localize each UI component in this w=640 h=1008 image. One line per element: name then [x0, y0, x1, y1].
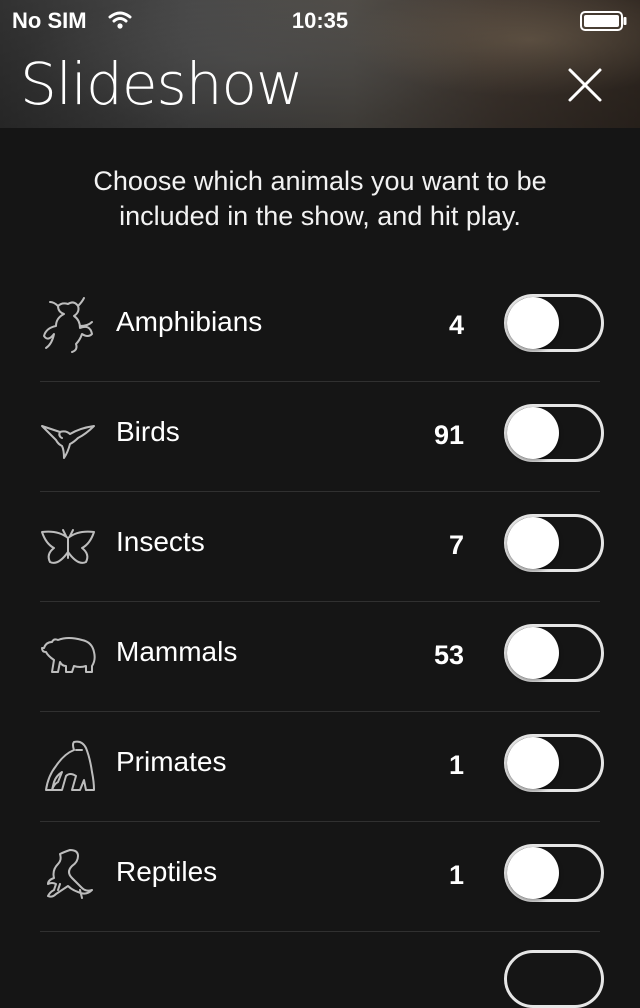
category-label: Reptiles	[116, 856, 218, 887]
clock: 10:35	[291, 8, 349, 33]
category-count: 53	[433, 640, 464, 670]
status-bar: No SIM 10:35	[0, 0, 640, 40]
category-list: Amphibians 4 Birds 91 Insects 7 Mammals …	[40, 272, 604, 932]
frog-icon	[43, 297, 93, 353]
gorilla-icon	[45, 740, 95, 791]
toggle-knob	[507, 737, 559, 789]
instructions-text: Choose which animals you want to be incl…	[93, 166, 547, 231]
category-count: 1	[448, 860, 464, 890]
category-row-reptiles: Reptiles 1	[40, 822, 604, 932]
category-label: Mammals	[116, 636, 238, 667]
next-row-toggle[interactable]	[504, 950, 604, 1008]
category-label: Insects	[116, 526, 205, 557]
lizard-icon	[47, 849, 93, 899]
category-count: 4	[448, 310, 464, 340]
reptiles-toggle[interactable]	[504, 844, 604, 902]
category-count: 7	[448, 530, 464, 560]
battery-icon	[580, 11, 627, 31]
category-row-birds: Birds 91	[40, 382, 604, 492]
hummingbird-icon	[41, 425, 95, 459]
butterfly-icon	[41, 529, 95, 564]
toggle-knob	[507, 627, 559, 679]
category-row-mammals: Mammals 53	[40, 602, 604, 712]
page-title: Slideshow	[20, 50, 303, 118]
category-count: 1	[448, 750, 464, 780]
toggle-knob	[507, 407, 559, 459]
toggle-knob	[507, 517, 559, 569]
primates-toggle[interactable]	[504, 734, 604, 792]
category-row-insects: Insects 7	[40, 492, 604, 602]
bear-icon	[41, 637, 96, 673]
category-count: 91	[433, 420, 464, 450]
toggle-knob	[507, 847, 559, 899]
category-label: Primates	[116, 746, 227, 777]
insects-toggle[interactable]	[504, 514, 604, 572]
mammals-toggle[interactable]	[504, 624, 604, 682]
birds-toggle[interactable]	[504, 404, 604, 462]
close-button[interactable]	[566, 66, 604, 104]
category-label: Amphibians	[116, 306, 263, 337]
toggle-knob	[507, 297, 559, 349]
category-row-amphibians: Amphibians 4	[40, 272, 604, 382]
category-row-primates: Primates 1	[40, 712, 604, 822]
amphibians-toggle[interactable]	[504, 294, 604, 352]
category-label: Birds	[116, 416, 180, 447]
